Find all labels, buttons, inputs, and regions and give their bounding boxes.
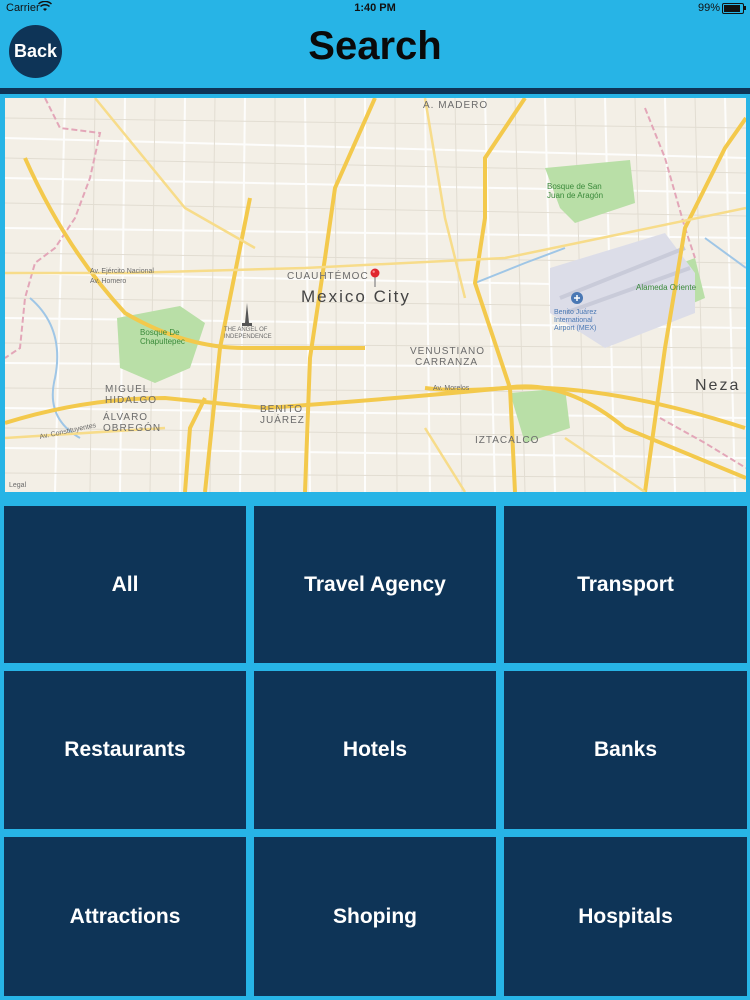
svg-text:Bosque de San: Bosque de San bbox=[547, 182, 602, 191]
category-tile-travel-agency[interactable]: Travel Agency bbox=[254, 506, 496, 663]
category-tile-shoping[interactable]: Shoping bbox=[254, 837, 496, 996]
svg-text:JUÁREZ: JUÁREZ bbox=[260, 413, 305, 426]
battery-icon bbox=[722, 3, 746, 14]
svg-text:Bosque De: Bosque De bbox=[140, 328, 180, 337]
svg-text:Alameda Oriente: Alameda Oriente bbox=[636, 283, 697, 292]
category-tile-banks[interactable]: Banks bbox=[504, 671, 747, 829]
category-tile-restaurants[interactable]: Restaurants bbox=[4, 671, 246, 829]
category-label: Hospitals bbox=[578, 904, 673, 928]
svg-text:Neza: Neza bbox=[695, 377, 740, 394]
svg-text:HIDALGO: HIDALGO bbox=[105, 395, 157, 406]
category-grid: All Travel Agency Transport Restaurants … bbox=[4, 506, 747, 996]
category-label: Transport bbox=[577, 572, 674, 596]
svg-text:Av. Homero: Av. Homero bbox=[90, 278, 126, 285]
svg-text:Legal: Legal bbox=[9, 482, 27, 489]
svg-text:BENITO: BENITO bbox=[260, 404, 303, 415]
svg-text:VENUSTIANO: VENUSTIANO bbox=[410, 346, 485, 357]
category-label: Shoping bbox=[333, 904, 417, 928]
category-label: Travel Agency bbox=[304, 572, 446, 596]
header-divider bbox=[0, 88, 750, 94]
svg-text:THE ANGEL OF: THE ANGEL OF bbox=[224, 327, 268, 333]
city-label: Mexico City bbox=[301, 287, 411, 306]
status-time: 1:40 PM bbox=[354, 2, 396, 14]
category-tile-attractions[interactable]: Attractions bbox=[4, 837, 246, 996]
category-tile-all[interactable]: All bbox=[4, 506, 246, 663]
svg-text:CUAUHTÉMOC: CUAUHTÉMOC bbox=[287, 269, 369, 282]
header-bar: Back Search bbox=[0, 16, 750, 88]
svg-text:Chapultepec: Chapultepec bbox=[140, 337, 185, 346]
map-view[interactable]: A. MADERO CUAUHTÉMOC Mexico City THE ANG… bbox=[5, 98, 746, 492]
category-label: Attractions bbox=[69, 904, 181, 928]
category-tile-transport[interactable]: Transport bbox=[504, 506, 747, 663]
svg-text:INDEPENDENCE: INDEPENDENCE bbox=[224, 334, 272, 340]
category-label: All bbox=[111, 572, 139, 596]
svg-text:Av. Ejército Nacional: Av. Ejército Nacional bbox=[90, 268, 154, 275]
status-bar: Carrier 1:40 PM 99% bbox=[0, 0, 750, 16]
svg-text:Av. Morelos: Av. Morelos bbox=[433, 385, 470, 392]
svg-text:ÁLVARO: ÁLVARO bbox=[103, 410, 148, 423]
category-label: Restaurants bbox=[64, 738, 186, 761]
svg-text:Juan de Aragón: Juan de Aragón bbox=[547, 191, 603, 200]
svg-text:IZTACALCO: IZTACALCO bbox=[475, 435, 539, 446]
category-tile-hospitals[interactable]: Hospitals bbox=[504, 837, 747, 996]
category-tile-hotels[interactable]: Hotels bbox=[254, 671, 496, 829]
category-label: Banks bbox=[593, 738, 658, 761]
svg-text:International: International bbox=[554, 317, 593, 324]
page-title: Search bbox=[308, 24, 442, 68]
svg-text:CARRANZA: CARRANZA bbox=[415, 357, 478, 368]
svg-text:Airport (MEX): Airport (MEX) bbox=[554, 325, 596, 332]
svg-text:MIGUEL: MIGUEL bbox=[105, 384, 149, 395]
svg-text:Benito Juárez: Benito Juárez bbox=[554, 309, 597, 316]
category-label: Hotels bbox=[342, 738, 408, 761]
svg-text:OBREGÓN: OBREGÓN bbox=[103, 421, 161, 434]
battery-percent: 99% bbox=[697, 2, 720, 14]
airport-icon bbox=[571, 292, 583, 304]
svg-text:A. MADERO: A. MADERO bbox=[423, 100, 488, 111]
